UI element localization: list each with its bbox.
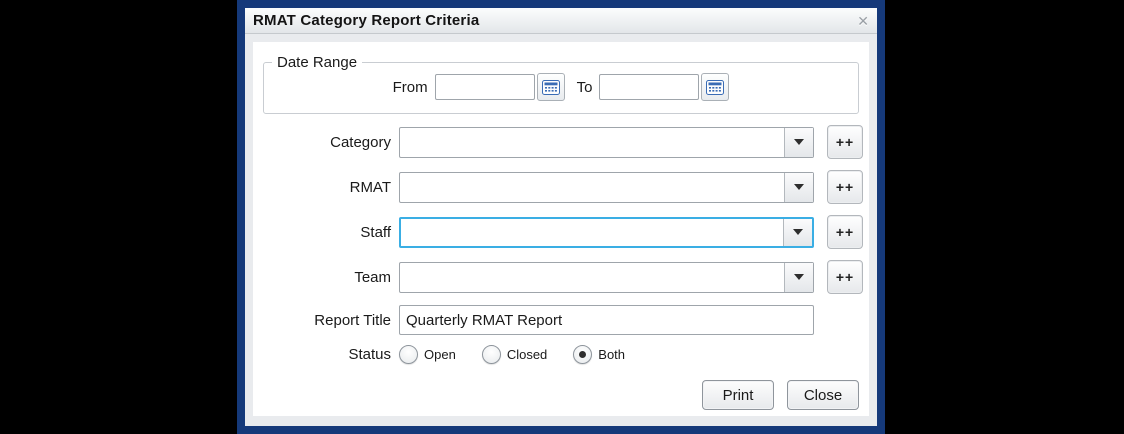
- calendar-icon: [541, 79, 560, 95]
- rmat-add-button[interactable]: ++: [827, 170, 863, 204]
- rmat-combobox-value: [400, 173, 784, 202]
- category-add-button[interactable]: ++: [827, 125, 863, 159]
- dialog-titlebar[interactable]: RMAT Category Report Criteria ✕: [245, 8, 877, 34]
- status-radio-group: Open Closed Both: [399, 345, 651, 364]
- date-range-fieldset: Date Range From To: [263, 54, 859, 114]
- dialog-title: RMAT Category Report Criteria: [253, 12, 480, 29]
- team-label: Team: [354, 268, 391, 286]
- calendar-icon: [706, 79, 725, 95]
- to-calendar-button[interactable]: [701, 73, 730, 101]
- status-label: Status: [348, 346, 391, 363]
- status-option-both-label: Both: [598, 347, 626, 362]
- status-row: Status Open Closed Both: [259, 345, 863, 364]
- to-date-input[interactable]: [599, 74, 700, 100]
- staff-label: Staff: [360, 223, 391, 241]
- chevron-down-icon[interactable]: [784, 127, 813, 157]
- date-range-legend: Date Range: [277, 54, 358, 71]
- chevron-down-icon[interactable]: [784, 262, 813, 292]
- category-combobox-value: [400, 128, 784, 157]
- staff-add-button[interactable]: ++: [827, 215, 863, 249]
- team-row: Team ++: [259, 260, 863, 294]
- from-label: From: [392, 78, 428, 96]
- report-title-label: Report Title: [314, 311, 391, 329]
- status-option-closed[interactable]: Closed: [481, 345, 548, 364]
- staff-combobox-value: [401, 219, 783, 246]
- status-option-closed-label: Closed: [506, 347, 548, 362]
- team-add-button[interactable]: ++: [827, 260, 863, 294]
- radio-icon[interactable]: [481, 345, 501, 364]
- category-combobox[interactable]: [399, 126, 814, 158]
- rmat-row: RMAT ++: [259, 170, 863, 204]
- category-row: Category ++: [259, 125, 863, 159]
- report-title-input[interactable]: [399, 305, 814, 335]
- from-calendar-button[interactable]: [536, 73, 565, 101]
- category-label: Category: [330, 133, 391, 151]
- status-option-both[interactable]: Both: [573, 345, 625, 364]
- report-title-row: Report Title: [259, 305, 863, 335]
- to-label: To: [576, 78, 593, 96]
- radio-icon[interactable]: [399, 345, 418, 364]
- from-date-input[interactable]: [434, 74, 535, 100]
- dialog-content-panel: Date Range From To Category ++ RMAT ++ S…: [253, 42, 869, 416]
- rmat-combobox[interactable]: [399, 171, 814, 203]
- date-range-row: From To: [264, 73, 858, 101]
- team-combobox-value: [400, 263, 784, 292]
- staff-combobox[interactable]: [399, 216, 814, 248]
- status-option-open[interactable]: Open: [399, 345, 456, 364]
- chevron-down-icon[interactable]: [783, 218, 812, 246]
- chevron-down-icon[interactable]: [784, 172, 813, 202]
- screen-backdrop: RMAT Category Report Criteria ✕ Date Ran…: [0, 0, 1124, 434]
- print-button[interactable]: Print: [702, 380, 774, 410]
- team-combobox[interactable]: [399, 261, 814, 293]
- status-option-open-label: Open: [424, 347, 456, 362]
- close-icon[interactable]: ✕: [857, 14, 869, 28]
- report-criteria-dialog: RMAT Category Report Criteria ✕ Date Ran…: [237, 0, 885, 434]
- dialog-footer: Print Close: [259, 380, 863, 410]
- radio-icon[interactable]: [573, 345, 593, 364]
- close-button[interactable]: Close: [787, 380, 859, 410]
- staff-row: Staff ++: [259, 215, 863, 249]
- rmat-label: RMAT: [349, 178, 391, 196]
- dialog-chrome: Date Range From To Category ++ RMAT ++ S…: [245, 34, 877, 426]
